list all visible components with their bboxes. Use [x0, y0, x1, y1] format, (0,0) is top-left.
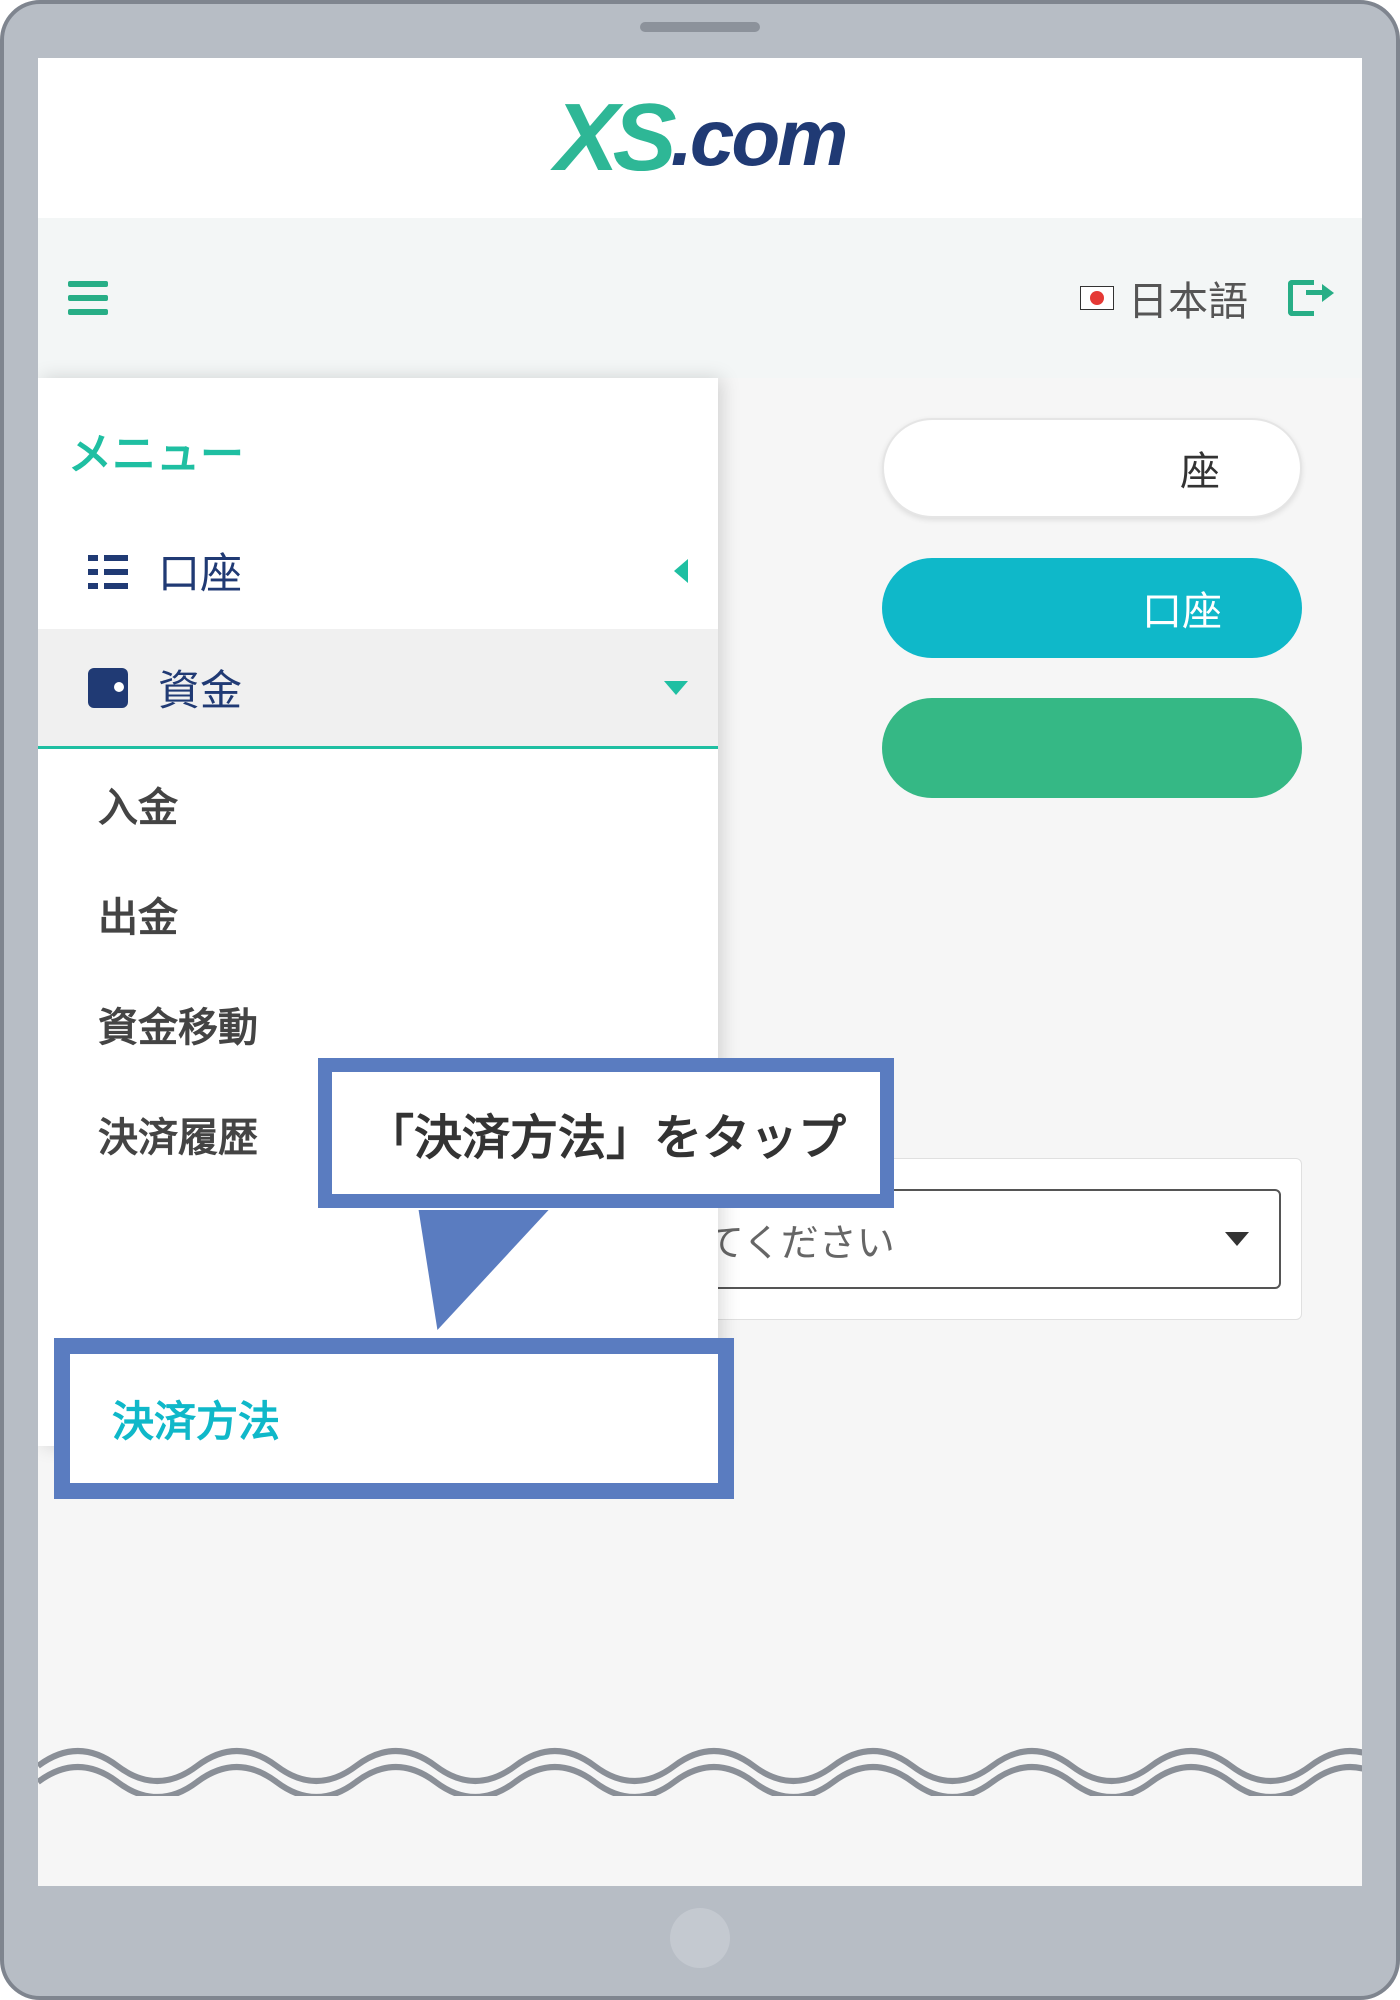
logo-bar: XS .com	[38, 58, 1362, 218]
screen: XS .com 日本語 座	[38, 58, 1362, 1886]
device-speaker	[640, 22, 760, 32]
chevron-down-icon	[664, 681, 688, 695]
account-pill-2[interactable]: 口座	[882, 558, 1302, 658]
pill-label: 口座	[1142, 579, 1222, 637]
topbar: 日本語	[38, 218, 1362, 378]
sidebar-item-label: 口座	[158, 540, 242, 601]
callout-tail	[397, 1210, 548, 1330]
callout-text: 「決済方法」をタップ	[366, 1112, 846, 1165]
annotation-highlight: 決済方法	[54, 1338, 734, 1499]
logo-com: .com	[671, 92, 846, 184]
pill-label: 座	[1180, 439, 1220, 497]
sidebar-sub-payment-method[interactable]: 決済方法	[70, 1354, 718, 1483]
logout-button[interactable]	[1288, 276, 1332, 320]
sidebar-item-account[interactable]: 口座	[38, 512, 718, 629]
sub-label: 決済履歴	[98, 1116, 258, 1160]
sub-label: 出金	[98, 896, 178, 940]
logo-xs: XS	[555, 83, 671, 193]
wallet-icon	[88, 668, 128, 708]
sidebar-sub-withdraw[interactable]: 出金	[38, 859, 718, 969]
chevron-left-icon	[674, 559, 688, 583]
page-cut-wave	[38, 1736, 1362, 1796]
main-pills: 座 口座	[882, 418, 1302, 798]
flag-japan-icon	[1080, 286, 1114, 310]
sidebar: メニュー 口座 資金 入金 出金 資金移動	[38, 378, 718, 1446]
sub-label: 資金移動	[98, 1006, 258, 1050]
sidebar-item-label: 資金	[158, 657, 242, 718]
sidebar-sub-deposit[interactable]: 入金	[38, 749, 718, 859]
body-area: 座 口座 択してください メニュー	[38, 378, 1362, 1886]
sidebar-title: メニュー	[38, 398, 718, 512]
device-home-button	[670, 1908, 730, 1968]
account-pill-1[interactable]: 座	[882, 418, 1302, 518]
action-pill-3[interactable]	[882, 698, 1302, 798]
language-switcher[interactable]: 日本語	[1080, 269, 1248, 327]
language-label: 日本語	[1128, 269, 1248, 327]
annotation-callout: 「決済方法」をタップ	[318, 1058, 894, 1208]
sub-label: 入金	[98, 786, 178, 830]
caret-down-icon	[1225, 1232, 1249, 1246]
menu-toggle-button[interactable]	[68, 281, 108, 315]
sub-label: 決済方法	[112, 1398, 280, 1445]
list-icon	[88, 551, 128, 591]
topbar-right: 日本語	[1080, 269, 1332, 327]
tablet-frame: XS .com 日本語 座	[0, 0, 1400, 2000]
sidebar-item-funds[interactable]: 資金	[38, 629, 718, 749]
